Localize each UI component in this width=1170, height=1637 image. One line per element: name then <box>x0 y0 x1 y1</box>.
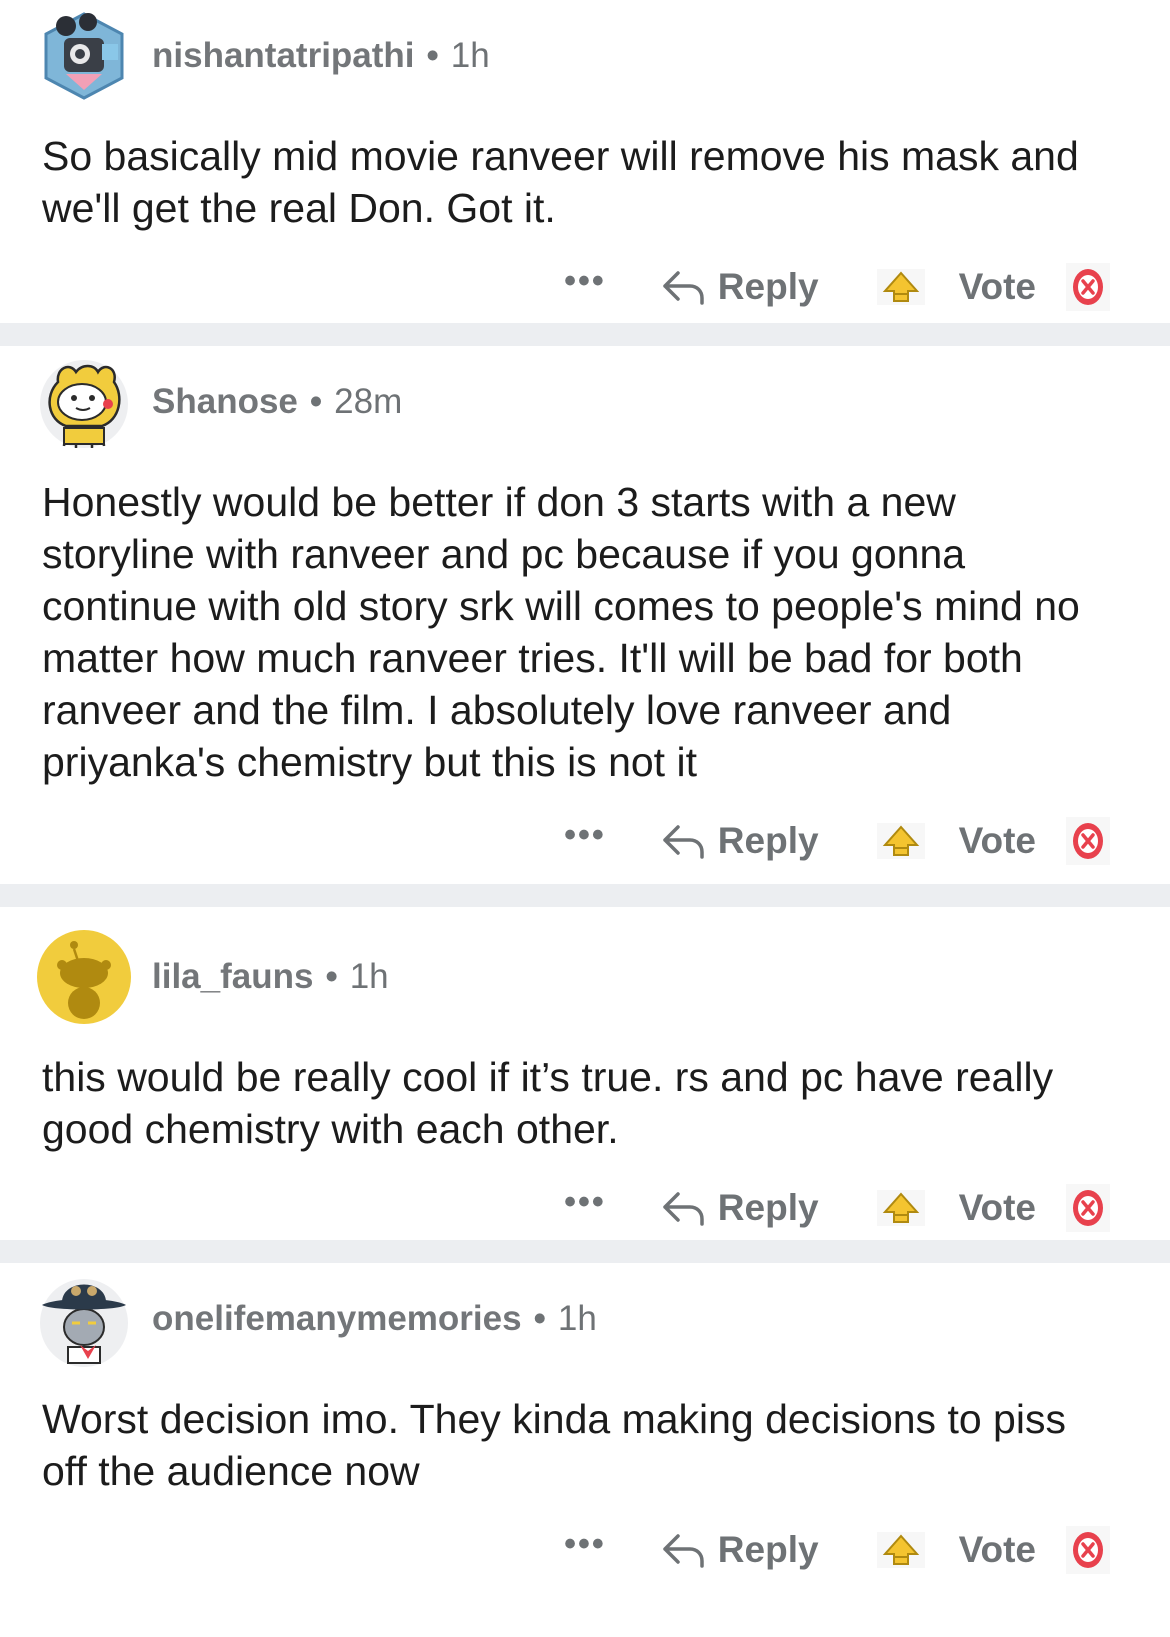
cowboy-snoo-avatar[interactable] <box>36 1271 132 1367</box>
downvote-icon[interactable] <box>1066 1526 1110 1574</box>
comment-age: 28m <box>334 382 403 421</box>
username[interactable]: nishantatripathi <box>152 36 415 76</box>
username[interactable]: lila_fauns <box>152 957 313 997</box>
meta-separator: • <box>325 957 338 996</box>
meta-separator: • <box>309 382 323 421</box>
comment-divider <box>0 884 1170 907</box>
reply-button[interactable]: Reply <box>660 820 819 862</box>
upvote-icon[interactable] <box>876 1188 925 1228</box>
comment-header: lila_fauns • 1h <box>37 929 1110 1025</box>
comment-actions: ••• Reply Vote <box>42 252 1110 322</box>
comment-header: Shanose • 28m <box>40 354 1110 450</box>
reply-arrow-icon <box>663 271 704 305</box>
reply-label: Reply <box>717 1529 819 1570</box>
more-options-button[interactable]: ••• <box>564 818 606 852</box>
comment-body: Honestly would be better if don 3 starts… <box>42 479 1080 785</box>
vote-label: Vote <box>958 820 1036 861</box>
username[interactable]: Shanose <box>152 382 298 422</box>
comment-meta: onelifemanymemories • 1h <box>152 1299 597 1339</box>
default-snoo-avatar[interactable] <box>36 929 132 1025</box>
comment-actions: ••• Reply Vote <box>42 1173 1110 1243</box>
reply-arrow-icon <box>663 1192 704 1226</box>
upvote-icon[interactable] <box>876 821 925 861</box>
comment-body: this would be really cool if it’s true. … <box>42 1054 1054 1152</box>
vote-control: Vote <box>876 817 1110 865</box>
comment-feed: nishantatripathi • 1h So basically mid m… <box>0 0 1170 1593</box>
downvote-icon[interactable] <box>1066 1184 1110 1232</box>
comment-meta: nishantatripathi • 1h <box>152 36 490 76</box>
comment: onelifemanymemories • 1h Worst decision … <box>0 1263 1170 1593</box>
tiger-costume-avatar[interactable] <box>36 354 132 450</box>
upvote-icon[interactable] <box>876 1530 925 1570</box>
comment-actions: ••• Reply Vote <box>42 1515 1110 1585</box>
reply-button[interactable]: Reply <box>660 1529 819 1571</box>
comment-body: So basically mid movie ranveer will remo… <box>42 133 1079 231</box>
vote-control: Vote <box>876 263 1110 311</box>
comment-actions: ••• Reply Vote <box>42 806 1110 876</box>
more-options-button[interactable]: ••• <box>564 264 606 298</box>
vote-label: Vote <box>958 266 1036 307</box>
camera-robot-avatar[interactable] <box>36 8 132 104</box>
comment-divider <box>0 1240 1170 1263</box>
comment: Shanose • 28m Honestly would be better i… <box>0 346 1170 884</box>
comment: nishantatripathi • 1h So basically mid m… <box>0 0 1170 323</box>
comment-age: 1h <box>450 36 490 75</box>
comment: lila_fauns • 1h this would be really coo… <box>0 907 1170 1240</box>
downvote-icon[interactable] <box>1066 817 1110 865</box>
reply-arrow-icon <box>663 825 704 859</box>
reply-label: Reply <box>717 1187 819 1228</box>
comment-body: Worst decision imo. They kinda making de… <box>42 1396 1066 1494</box>
comment-age: 1h <box>557 1299 597 1338</box>
reply-arrow-icon <box>663 1534 704 1568</box>
upvote-icon[interactable] <box>876 267 925 307</box>
vote-control: Vote <box>876 1184 1110 1232</box>
comment-header: onelifemanymemories • 1h <box>40 1271 1110 1367</box>
comment-header: nishantatripathi • 1h <box>42 8 1110 104</box>
more-options-button[interactable]: ••• <box>564 1527 606 1561</box>
comment-meta: Shanose • 28m <box>152 382 402 422</box>
meta-separator: • <box>426 36 439 75</box>
downvote-icon[interactable] <box>1066 263 1110 311</box>
vote-label: Vote <box>958 1529 1036 1570</box>
comment-age: 1h <box>349 957 389 996</box>
reply-button[interactable]: Reply <box>660 1187 819 1229</box>
reply-label: Reply <box>717 266 819 307</box>
more-options-button[interactable]: ••• <box>564 1185 606 1219</box>
comment-divider <box>0 323 1170 346</box>
meta-separator: • <box>533 1299 546 1338</box>
username[interactable]: onelifemanymemories <box>152 1299 522 1339</box>
comment-meta: lila_fauns • 1h <box>152 957 389 997</box>
vote-label: Vote <box>958 1187 1036 1228</box>
reply-label: Reply <box>717 820 819 861</box>
vote-control: Vote <box>876 1526 1110 1574</box>
reply-button[interactable]: Reply <box>660 266 819 308</box>
